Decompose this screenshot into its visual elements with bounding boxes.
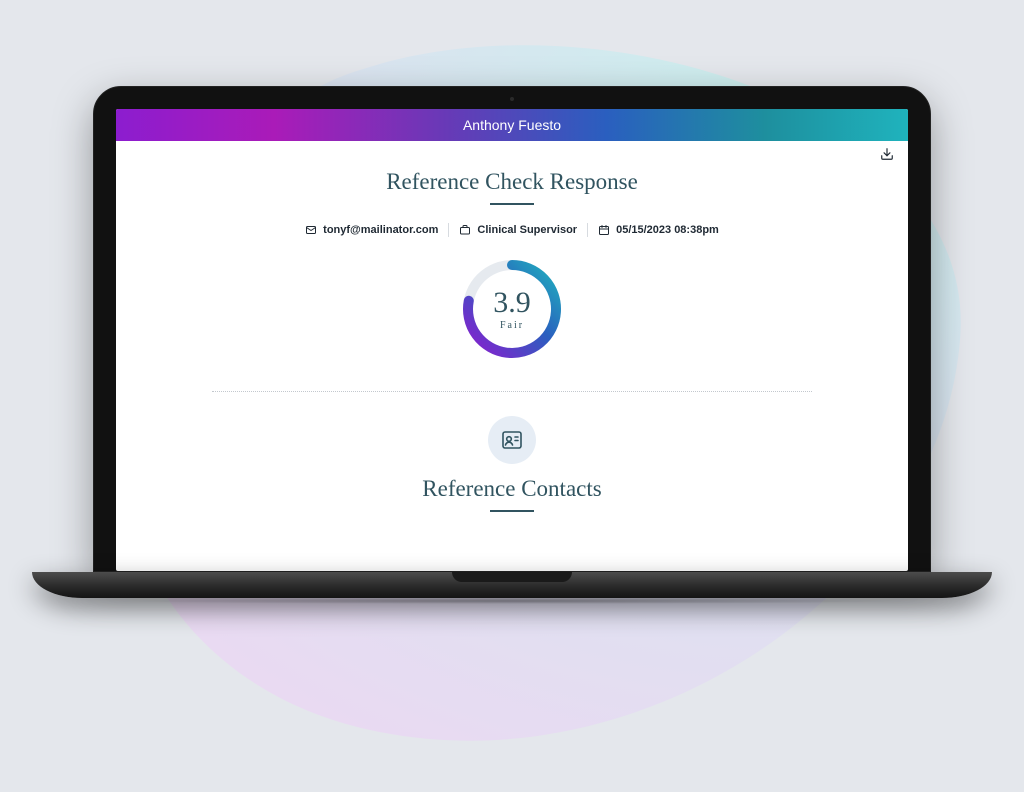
score-value: 3.9 [493, 288, 531, 318]
page-content: Reference Check Response tonyf@mailinato… [116, 167, 908, 571]
meta-datetime-value: 05/15/2023 08:38pm [616, 224, 719, 236]
title-bar: Anthony Fuesto [116, 109, 908, 141]
meta-datetime: 05/15/2023 08:38pm [588, 224, 729, 236]
score-label: Fair [500, 320, 524, 331]
download-button[interactable] [880, 147, 894, 161]
laptop-base [32, 572, 992, 598]
meta-row: tonyf@mailinator.com Clinical Supervisor [295, 223, 729, 237]
download-icon [880, 147, 894, 161]
app-screen: Anthony Fuesto Reference Check Response [116, 109, 908, 571]
page-heading-1: Reference Check Response [386, 169, 638, 195]
meta-email-value: tonyf@mailinator.com [323, 224, 438, 236]
heading-divider [490, 203, 534, 205]
contacts-icon-circle [488, 416, 536, 464]
laptop-shadow [112, 598, 912, 604]
laptop-camera [510, 97, 514, 101]
contact-card-icon [500, 428, 524, 452]
section-divider [212, 391, 812, 392]
laptop-notch [452, 572, 572, 582]
calendar-icon [598, 224, 610, 236]
heading-divider [490, 510, 534, 512]
title-bar-text: Anthony Fuesto [463, 117, 561, 133]
meta-email: tonyf@mailinator.com [295, 224, 448, 236]
page-heading-2: Reference Contacts [422, 476, 601, 502]
meta-role: Clinical Supervisor [449, 224, 587, 236]
envelope-icon [305, 224, 317, 236]
score-gauge: 3.9 Fair [458, 255, 566, 363]
meta-role-value: Clinical Supervisor [477, 224, 577, 236]
briefcase-icon [459, 224, 471, 236]
laptop-mockup: Anthony Fuesto Reference Check Response [93, 86, 931, 604]
toolbar [116, 141, 908, 167]
